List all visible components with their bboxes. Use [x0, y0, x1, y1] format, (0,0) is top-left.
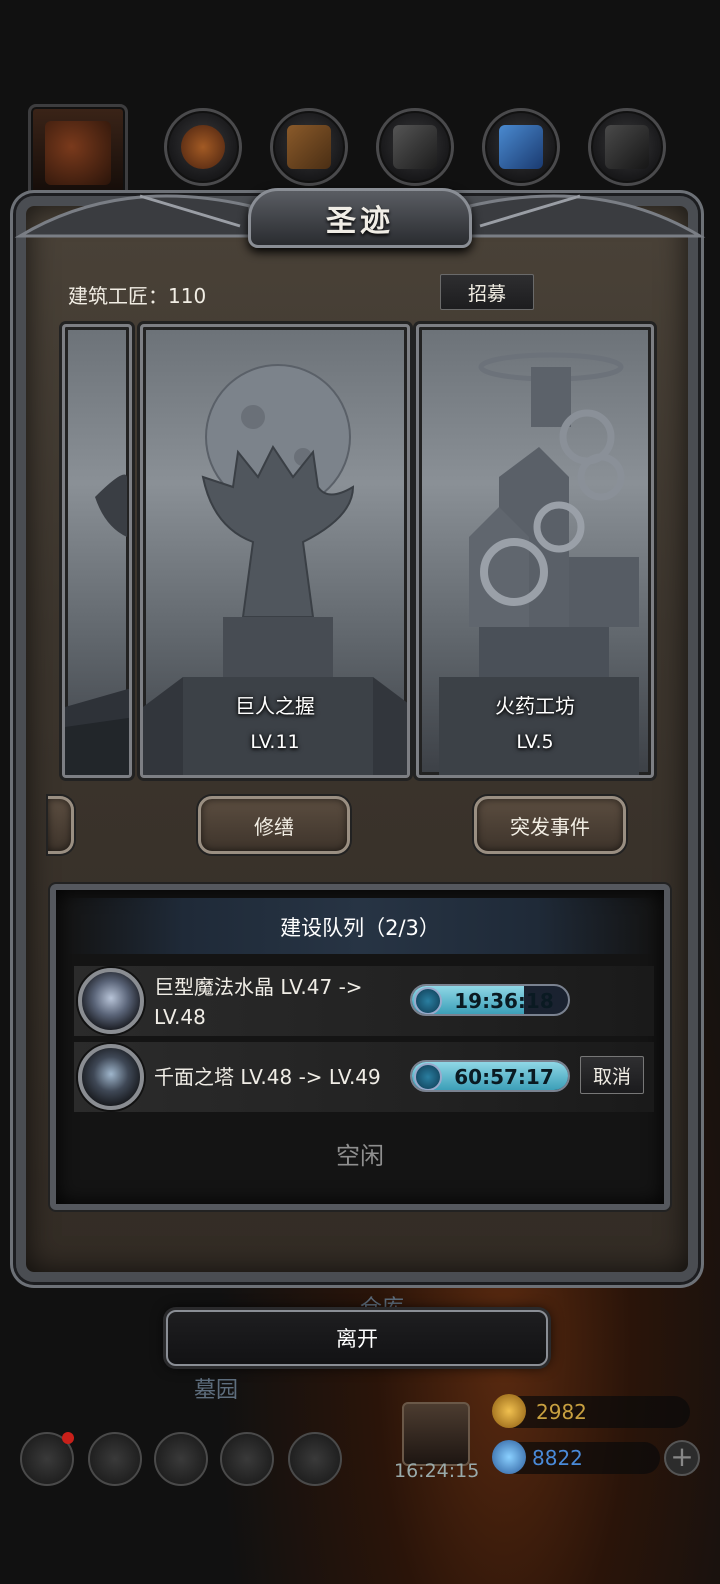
queue-timer: 60:57:17 — [410, 1060, 570, 1092]
gem-icon — [492, 1440, 526, 1474]
leave-button[interactable]: 离开 — [166, 1310, 548, 1366]
iron-icon — [393, 125, 437, 169]
timer-text: 60:57:17 — [454, 1065, 554, 1089]
thousand-face-tower-icon — [78, 1044, 144, 1110]
queue-item-name: 巨型魔法水晶 LV.47 -> LV.48 — [154, 975, 363, 1029]
gold-bar — [500, 1396, 690, 1428]
queue-item[interactable]: 巨型魔法水晶 LV.47 -> LV.48 19:36:18 — [74, 966, 654, 1036]
building-level: LV.5 — [516, 731, 554, 753]
queue-idle-slot[interactable]: 空闲 — [56, 1136, 664, 1171]
builders-count: 建筑工匠：110 — [68, 284, 207, 308]
building-card-partial[interactable] — [62, 324, 132, 778]
clock-icon — [414, 987, 442, 1014]
event-timer: 16:24:15 — [394, 1460, 480, 1482]
resource-slot-crystal[interactable] — [482, 108, 560, 186]
clock-icon — [414, 1063, 442, 1090]
settings-gear-icon[interactable] — [20, 1432, 74, 1486]
building-level: LV.11 — [250, 731, 300, 753]
sudden-event-button[interactable]: 突发事件 — [474, 796, 626, 854]
magic-crystal-icon — [78, 968, 144, 1034]
stone-icon — [605, 125, 649, 169]
construction-queue: 建设队列（2/3） 巨型魔法水晶 LV.47 -> LV.48 19:36:18… — [50, 884, 670, 1210]
resource-slot-iron[interactable] — [376, 108, 454, 186]
building-art-partial — [65, 474, 129, 775]
queue-timer: 19:36:18 — [410, 984, 570, 1016]
building-card-giant-grip[interactable]: 巨人之握 LV.11 — [140, 324, 410, 778]
building-card-gunpowder-workshop[interactable]: 火药工坊 LV.5 — [416, 324, 654, 778]
building-name: 火药工坊 — [495, 694, 575, 718]
queue-item-name: 千面之塔 LV.48 -> LV.49 — [154, 1065, 381, 1089]
queue-title: 建设队列（2/3） — [280, 916, 440, 940]
recruit-button[interactable]: 招募 — [440, 274, 534, 310]
add-gems-button[interactable]: + — [664, 1440, 700, 1476]
star-badge-icon[interactable] — [88, 1432, 142, 1486]
resource-slot-spear[interactable] — [28, 104, 128, 202]
panel-title: 圣迹 — [326, 204, 394, 239]
gem-value: 8822 — [532, 1446, 583, 1470]
cancel-button[interactable]: 取消 — [580, 1056, 644, 1094]
timer-text: 19:36:18 — [454, 989, 554, 1013]
spear-icon — [45, 121, 111, 185]
wood-icon — [287, 125, 331, 169]
handshake-icon[interactable] — [288, 1432, 342, 1486]
gift-box-icon[interactable] — [402, 1402, 470, 1466]
castle-icon[interactable] — [154, 1432, 208, 1486]
crystal-icon — [499, 125, 543, 169]
partial-card-button[interactable] — [48, 796, 74, 854]
mail-icon[interactable] — [220, 1432, 274, 1486]
repair-button[interactable]: 修缮 — [198, 796, 350, 854]
resource-slot-wood[interactable] — [270, 108, 348, 186]
queue-item[interactable]: 千面之塔 LV.48 -> LV.49 60:57:17 取消 — [74, 1042, 654, 1112]
cemetery-label[interactable]: 墓园 — [194, 1372, 238, 1404]
gold-value: 2982 — [536, 1400, 587, 1424]
title-plate: 圣迹 — [248, 188, 472, 248]
building-name: 巨人之握 — [235, 694, 315, 718]
gold-coin-icon — [492, 1394, 526, 1428]
food-icon — [181, 125, 225, 169]
resource-slot-food[interactable] — [164, 108, 242, 186]
resource-slot-stone[interactable] — [588, 108, 666, 186]
